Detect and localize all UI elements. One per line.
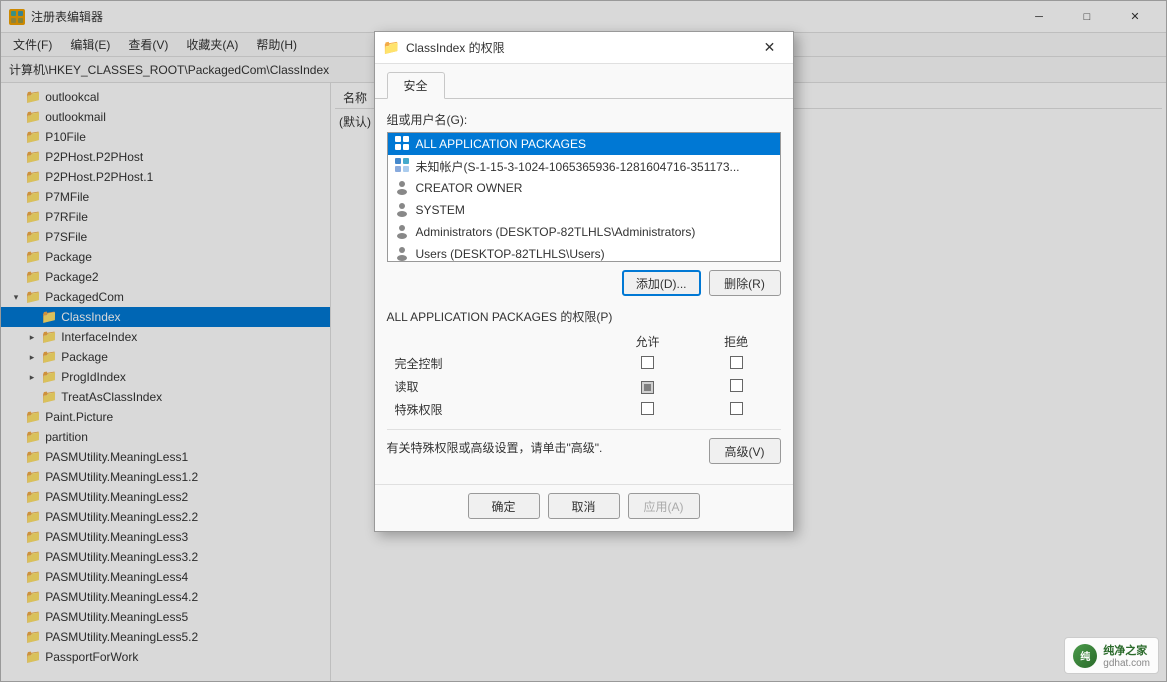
permission-row: 读取 xyxy=(387,375,781,398)
dialog-close-button[interactable]: ✕ xyxy=(755,35,785,61)
permission-row: 特殊权限 xyxy=(387,398,781,421)
apply-button[interactable]: 应用(A) xyxy=(628,493,700,519)
deny-checkbox[interactable] xyxy=(730,379,743,392)
dialog-folder-icon: 📁 xyxy=(383,39,400,56)
user-list[interactable]: ALL APPLICATION PACKAGES未知帐户(S-1-15-3-10… xyxy=(387,132,781,262)
permissions-dialog: 📁 ClassIndex 的权限 ✕ 安全 组或用户名(G): ALL APPL… xyxy=(374,31,794,532)
add-button[interactable]: 添加(D)... xyxy=(622,270,701,296)
app-package-icon xyxy=(394,157,410,176)
user-icon xyxy=(394,179,410,198)
cancel-button[interactable]: 取消 xyxy=(548,493,620,519)
user-list-item[interactable]: Users (DESKTOP-82TLHLS\Users) xyxy=(388,243,780,262)
user-list-item[interactable]: 未知帐户(S-1-15-3-1024-1065365936-1281604716… xyxy=(388,155,780,177)
dialog-tabs: 安全 xyxy=(375,64,793,99)
dialog-title-text: ClassIndex 的权限 xyxy=(406,39,505,56)
dialog-content: 组或用户名(G): ALL APPLICATION PACKAGES未知帐户(S… xyxy=(375,99,793,484)
user-list-item[interactable]: CREATOR OWNER xyxy=(388,177,780,199)
tab-security[interactable]: 安全 xyxy=(387,72,445,99)
allow-checkbox[interactable] xyxy=(641,356,654,369)
col-allow: 允许 xyxy=(603,331,692,352)
remove-button[interactable]: 删除(R) xyxy=(709,270,781,296)
dialog-title-left: 📁 ClassIndex 的权限 xyxy=(383,39,505,56)
watermark-subtext: gdhat.com xyxy=(1103,658,1150,669)
dialog-title-bar: 📁 ClassIndex 的权限 ✕ xyxy=(375,32,793,64)
perm-label: ALL APPLICATION PACKAGES 的权限(P) xyxy=(387,308,781,325)
dialog-overlay: 📁 ClassIndex 的权限 ✕ 安全 组或用户名(G): ALL APPL… xyxy=(1,1,1166,681)
allow-checkbox[interactable] xyxy=(641,381,654,394)
watermark-text: 纯净之家 xyxy=(1103,642,1150,658)
user-icon xyxy=(394,245,410,263)
user-icon xyxy=(394,201,410,220)
watermark: 纯 纯净之家 gdhat.com xyxy=(1064,637,1159,674)
main-window: 注册表编辑器 ─ □ ✕ 文件(F) 编辑(E) 查看(V) 收藏夹(A) 帮助… xyxy=(0,0,1167,682)
app-package-icon xyxy=(394,135,410,154)
add-remove-row: 添加(D)... 删除(R) xyxy=(387,270,781,296)
user-list-item[interactable]: Administrators (DESKTOP-82TLHLS\Administ… xyxy=(388,221,780,243)
permission-row: 完全控制 xyxy=(387,352,781,375)
confirm-button[interactable]: 确定 xyxy=(468,493,540,519)
deny-checkbox[interactable] xyxy=(730,356,743,369)
allow-checkbox[interactable] xyxy=(641,402,654,415)
dialog-footer: 确定 取消 应用(A) xyxy=(375,484,793,531)
special-note: 有关特殊权限或高级设置，请单击"高级". xyxy=(387,439,603,456)
user-list-item[interactable]: ALL APPLICATION PACKAGES xyxy=(388,133,780,155)
user-icon xyxy=(394,223,410,242)
col-deny: 拒绝 xyxy=(692,331,781,352)
deny-checkbox[interactable] xyxy=(730,402,743,415)
group-users-label: 组或用户名(G): xyxy=(387,111,781,128)
perm-separator xyxy=(387,429,781,430)
user-list-item[interactable]: SYSTEM xyxy=(388,199,780,221)
watermark-logo: 纯 xyxy=(1073,644,1097,668)
permissions-table: 允许 拒绝 完全控制读取特殊权限 xyxy=(387,331,781,421)
advanced-button[interactable]: 高级(V) xyxy=(709,438,781,464)
